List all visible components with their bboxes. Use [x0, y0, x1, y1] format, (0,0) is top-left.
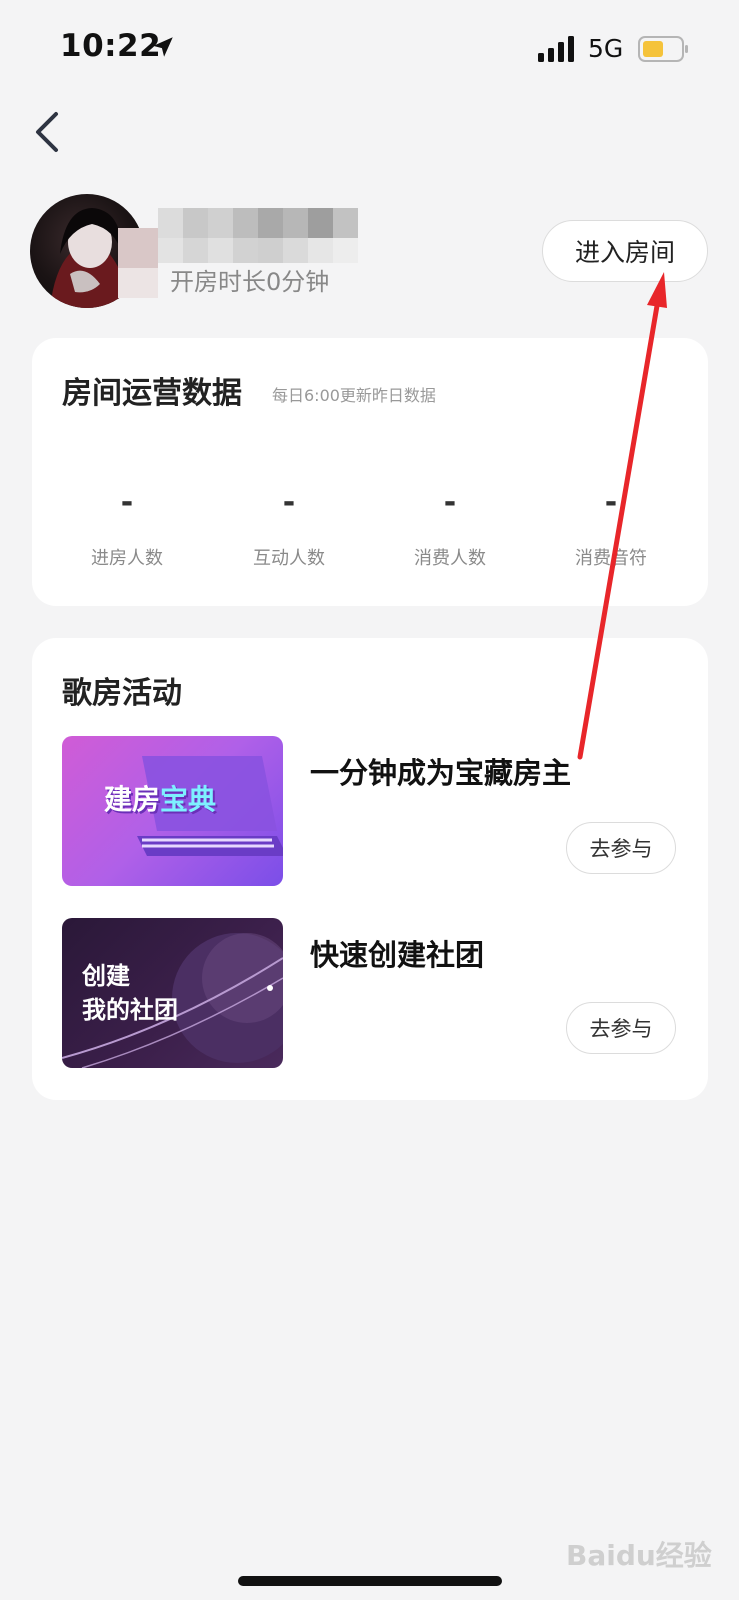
annotation-arrow-icon: [577, 272, 667, 760]
watermark: Baidu经验: [566, 1539, 712, 1572]
home-indicator: [238, 1576, 502, 1586]
